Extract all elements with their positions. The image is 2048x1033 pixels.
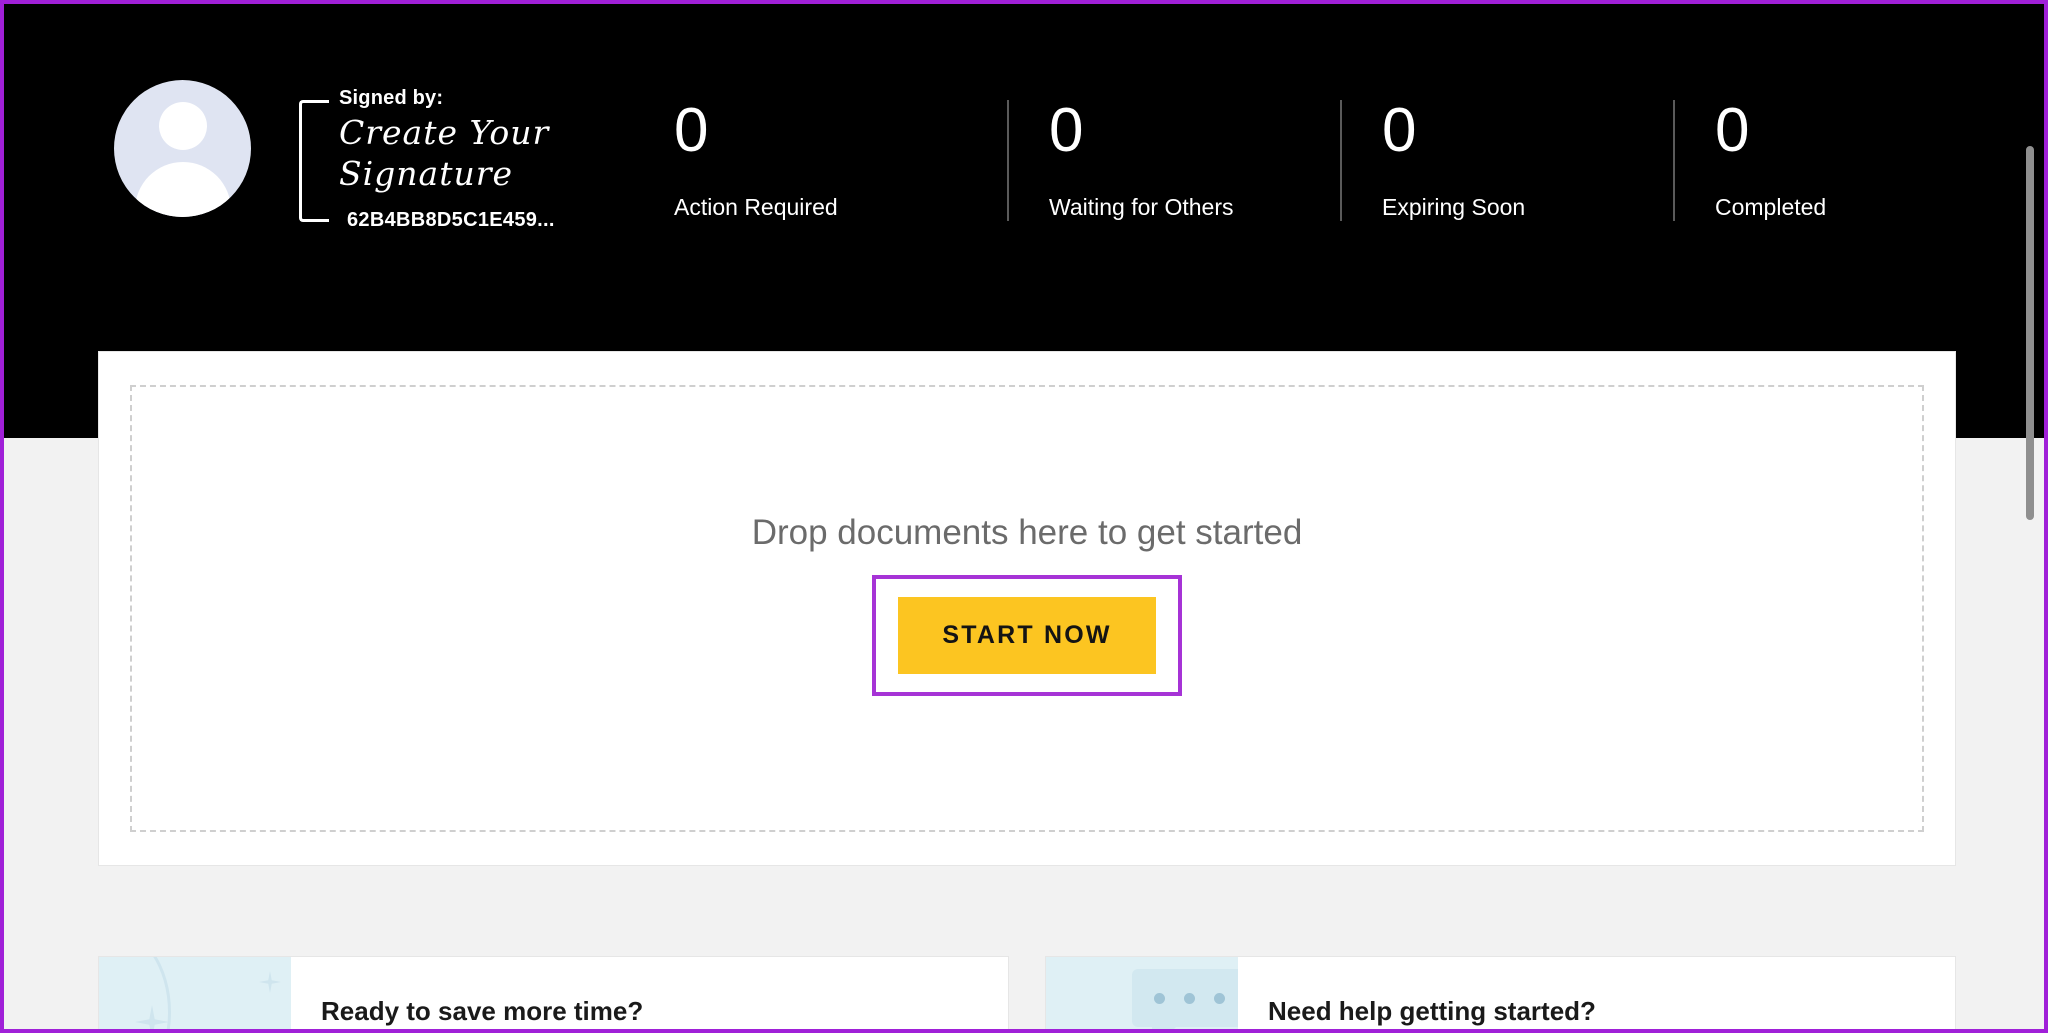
user-avatar-icon[interactable] [114,80,251,217]
speech-bubble-tail [1152,1025,1178,1029]
stat-expiring-soon[interactable]: 0 Expiring Soon [1340,100,1673,221]
bubble-dot [1154,993,1165,1004]
stat-waiting-for-others[interactable]: 0 Waiting for Others [1007,100,1340,221]
stat-label: Completed [1715,194,1827,220]
avatar-head-shape [158,102,207,150]
promo-card-title: Need help getting started? [1268,995,1596,1026]
signature-bracket-icon [299,100,329,222]
browser-viewport: Signed by: Create Your Signature 62B4BB8… [0,0,2048,1033]
dropzone-content: Drop documents here to get started START… [99,352,1955,865]
rocket-sparkle-illustration [99,957,291,1029]
signature-stamp[interactable]: Signed by: Create Your Signature 62B4BB8… [299,80,589,232]
start-now-button[interactable]: START NOW [898,597,1156,674]
document-dropzone-card[interactable]: Drop documents here to get started START… [98,351,1956,866]
stats-strip: 0 Action Required 0 Waiting for Others 0… [674,100,2006,221]
signature-script-line-1: Create Your [339,113,550,152]
promo-card-need-help[interactable]: Need help getting started? [1045,956,1956,1033]
signature-hash: 62B4BB8D5C1E459... [347,208,555,231]
stat-completed[interactable]: 0 Completed [1673,100,2006,221]
bubble-dot [1184,993,1195,1004]
stat-value: 0 [674,96,709,165]
speech-bubble-small-icon [1046,1029,1112,1033]
stat-value: 0 [1715,96,1750,165]
stat-action-required[interactable]: 0 Action Required [674,100,1007,221]
stat-label: Waiting for Others [1049,194,1234,220]
signed-by-label: Signed by: [339,87,444,109]
stat-label: Action Required [674,194,838,220]
page-scrollbar[interactable] [2024,4,2034,1029]
promo-card-save-time[interactable]: Ready to save more time? [98,956,1009,1029]
start-now-highlight-box: START NOW [872,575,1182,696]
chat-bubbles-illustration [1046,957,1238,1033]
stat-label: Expiring Soon [1382,194,1526,220]
bubble-dot [1214,993,1225,1004]
promo-card-title: Ready to save more time? [321,995,644,1026]
scrollbar-thumb[interactable] [2026,146,2034,520]
speech-bubble-large-icon [1132,969,1238,1027]
sparkle-small-icon [259,971,281,993]
stat-value: 0 [1382,96,1417,165]
promo-card-row: Ready to save more time? Need help getti… [98,956,1956,1033]
avatar-body-shape [134,162,231,217]
signature-script-line-2: Signature [339,154,514,194]
dropzone-prompt-text: Drop documents here to get started [751,513,1303,552]
stat-value: 0 [1049,96,1084,165]
identity-block: Signed by: Create Your Signature 62B4BB8… [114,80,589,232]
